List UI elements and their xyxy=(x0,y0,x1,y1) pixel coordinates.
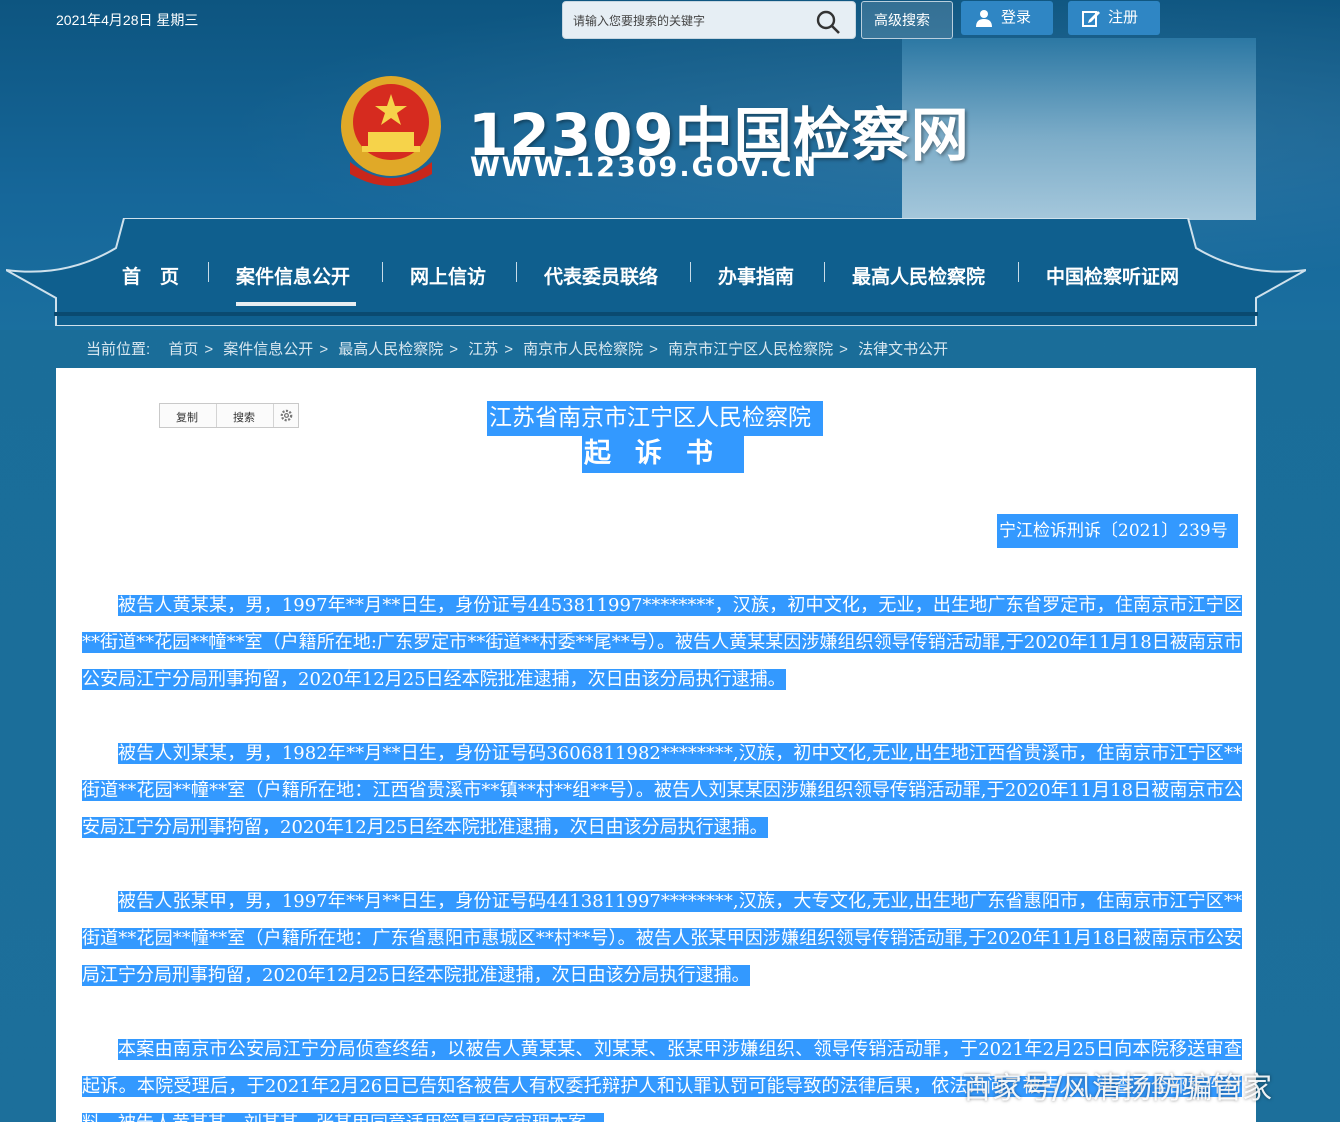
nav-supreme-procuratorate[interactable]: 最高人民检察院 xyxy=(852,262,985,289)
breadcrumb-item[interactable]: 江苏 xyxy=(468,341,498,358)
nav-divider xyxy=(208,262,209,282)
document-organization: 江苏省南京市江宁区人民检察院 xyxy=(487,401,823,436)
nav-deputy-liaison[interactable]: 代表委员联络 xyxy=(544,262,658,289)
nav-divider xyxy=(690,262,691,282)
nav-guide[interactable]: 办事指南 xyxy=(718,262,794,289)
document-number: 宁江检诉刑诉〔2021〕239号 xyxy=(997,514,1238,548)
breadcrumb-item[interactable]: 首页 xyxy=(168,341,198,358)
register-button[interactable]: 注册 xyxy=(1068,1,1160,35)
breadcrumb-item[interactable]: 案件信息公开 xyxy=(223,341,313,358)
site-header: 2021年4月28日 星期三 高级搜索 登录 注册 xyxy=(0,0,1340,330)
toolbar-divider xyxy=(273,404,274,427)
nav-divider xyxy=(1018,262,1019,282)
toolbar-divider xyxy=(216,404,217,427)
top-bar: 2021年4月28日 星期三 高级搜索 登录 注册 xyxy=(0,0,1340,40)
user-icon xyxy=(976,10,992,27)
paragraph-text: 被告人刘某某，男，1982年**月**日生，身份证号码3606811982***… xyxy=(82,743,1242,838)
nav-hearing[interactable]: 中国检察听证网 xyxy=(1046,262,1179,289)
site-url: WWW.12309.GOV.CN xyxy=(470,152,819,183)
register-label: 注册 xyxy=(1108,9,1139,26)
search-icon[interactable] xyxy=(815,9,841,35)
breadcrumb-item[interactable]: 法律文书公开 xyxy=(858,341,948,358)
edit-icon xyxy=(1082,11,1100,27)
breadcrumb-separator: > xyxy=(839,341,848,358)
search-box[interactable] xyxy=(562,1,856,39)
breadcrumb-separator: > xyxy=(504,341,513,358)
nav-divider xyxy=(516,262,517,282)
nav-active-indicator xyxy=(236,302,356,306)
search-input[interactable] xyxy=(573,10,813,32)
breadcrumb-item[interactable]: 南京市人民检察院 xyxy=(523,341,643,358)
selection-toolbar: 复制 搜索 xyxy=(159,403,299,428)
search-selection-button[interactable]: 搜索 xyxy=(233,409,255,425)
nav-home[interactable]: 首 页 xyxy=(122,262,179,289)
login-label: 登录 xyxy=(1001,9,1032,26)
copy-button[interactable]: 复制 xyxy=(176,409,198,425)
nav-case-info[interactable]: 案件信息公开 xyxy=(236,262,350,289)
document-paragraph: 被告人张某甲，男，1997年**月**日生，身份证号码4413811997***… xyxy=(82,883,1242,994)
advanced-search-button[interactable]: 高级搜索 xyxy=(861,1,953,39)
gear-icon[interactable] xyxy=(279,408,294,423)
breadcrumb-item[interactable]: 最高人民检察院 xyxy=(338,341,443,358)
watermark: 百家号/风清扬防骗管家 xyxy=(962,1071,1273,1106)
document-title: 起诉书 xyxy=(582,436,744,473)
national-emblem-icon xyxy=(341,76,441,186)
document-paragraph: 被告人刘某某，男，1982年**月**日生，身份证号码3606811982***… xyxy=(82,735,1242,846)
login-button[interactable]: 登录 xyxy=(961,1,1053,35)
paragraph-text: 被告人张某甲，男，1997年**月**日生，身份证号码4413811997***… xyxy=(82,891,1242,986)
paragraph-text: 被告人黄某某，男，1997年**月**日生，身份证号4453811997****… xyxy=(82,595,1242,690)
document-paragraph: 被告人黄某某，男，1997年**月**日生，身份证号4453811997****… xyxy=(82,587,1242,698)
breadcrumb-separator: > xyxy=(649,341,658,358)
main-nav: 首 页 案件信息公开 网上信访 代表委员联络 办事指南 最高人民检察院 中国检察… xyxy=(54,250,1254,306)
breadcrumb-separator: > xyxy=(319,341,329,358)
nav-petition[interactable]: 网上信访 xyxy=(410,262,486,289)
breadcrumb-separator: > xyxy=(204,341,214,358)
current-date: 2021年4月28日 星期三 xyxy=(56,12,199,28)
nav-divider xyxy=(824,262,825,282)
breadcrumb-label: 当前位置: xyxy=(86,341,151,358)
breadcrumb: 当前位置: 首页 > 案件信息公开 > 最高人民检察院 > 江苏 > 南京市人民检察院 >… xyxy=(86,338,954,359)
breadcrumb-separator: > xyxy=(449,341,459,358)
breadcrumb-item[interactable]: 南京市江宁区人民检察院 xyxy=(668,341,833,358)
document-panel: 复制 搜索 江苏省南京市江宁区人民检察院 起诉书 宁江检诉刑诉〔2021〕239… xyxy=(56,368,1256,1122)
nav-divider xyxy=(382,262,383,282)
